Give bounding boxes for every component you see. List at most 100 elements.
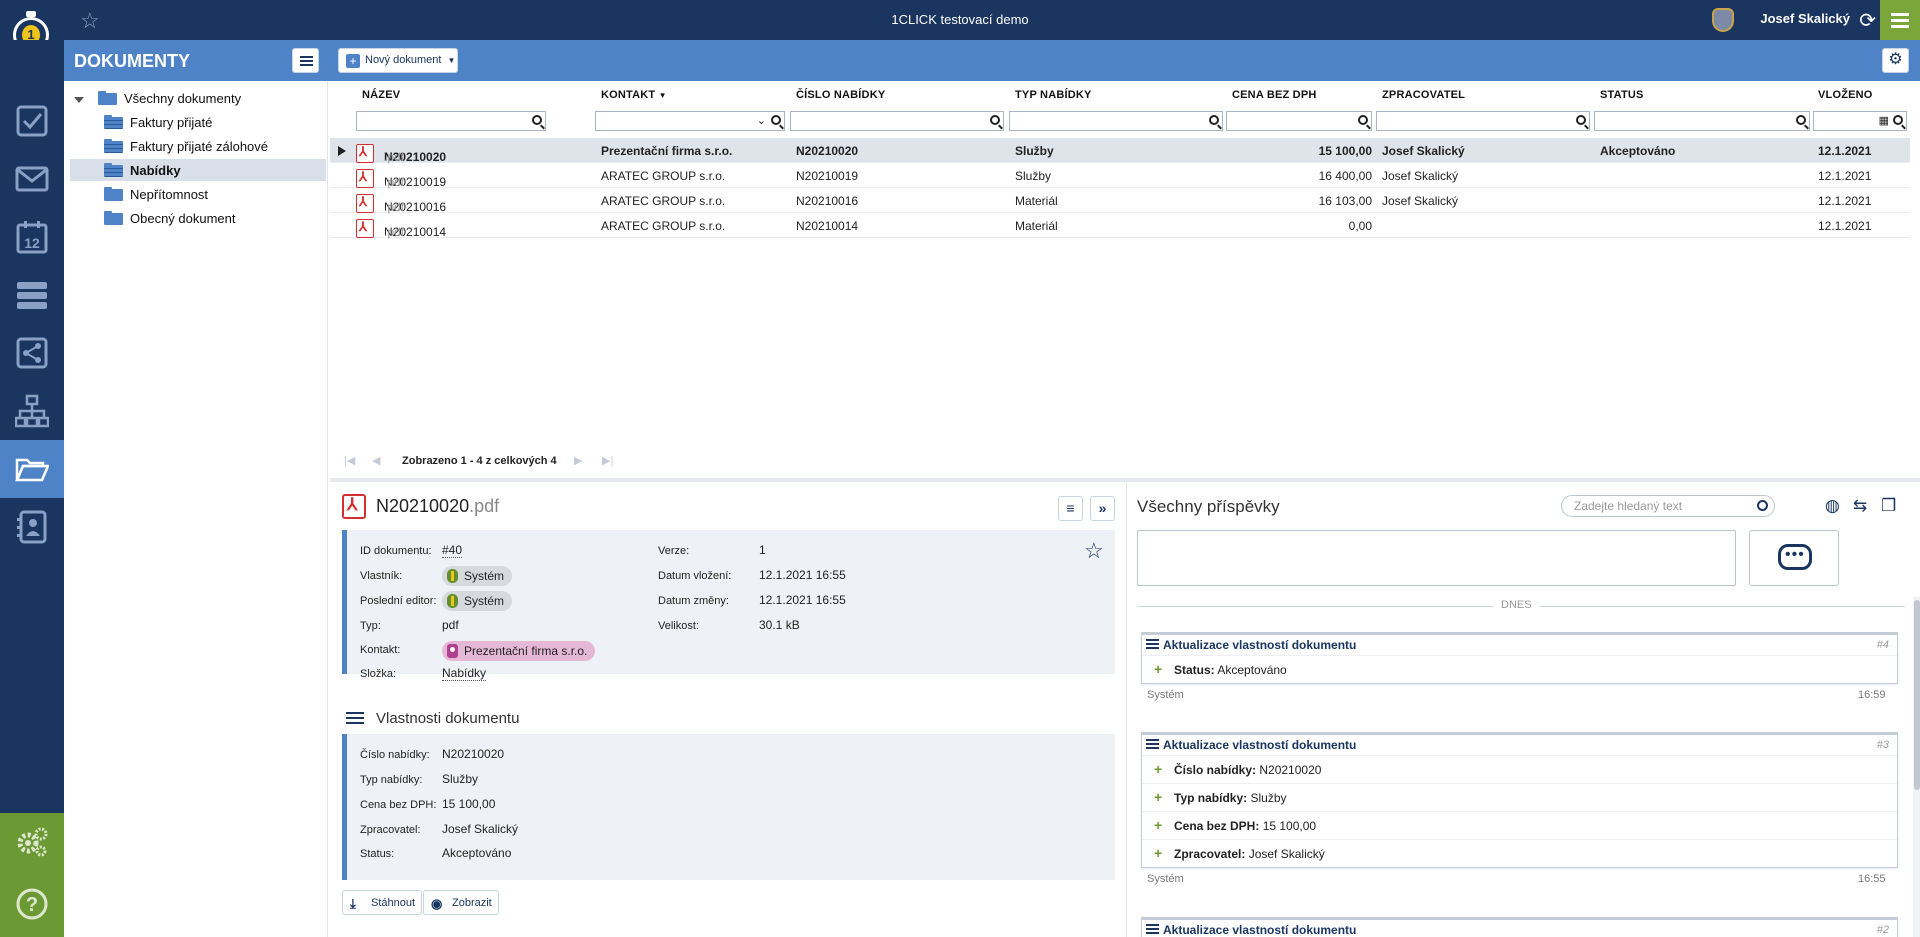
field-label: Typ: — [360, 620, 381, 632]
last-page-icon[interactable]: ▶| — [602, 454, 613, 467]
folder-icon — [104, 211, 123, 225]
view-button[interactable]: ◉ Zobrazit — [423, 890, 499, 915]
filter-cena[interactable] — [1226, 111, 1372, 131]
mail-icon[interactable] — [0, 150, 64, 208]
contact-chip[interactable]: Prezentační firma s.r.o. — [442, 641, 596, 661]
chat-bubble-icon — [1778, 544, 1812, 570]
column-header-cena[interactable]: CENA BEZ DPH — [1232, 89, 1317, 101]
filter-nazev[interactable] — [356, 111, 546, 131]
field-value: N20210020 — [442, 747, 505, 761]
column-header-vlozeno[interactable]: VLOŽENO — [1818, 89, 1873, 101]
settings-icon[interactable] — [0, 813, 64, 871]
table-row[interactable]: N20210016.pdf ARATEC GROUP s.r.o. N20210… — [330, 188, 1910, 214]
globe-icon[interactable]: ◍ — [1825, 496, 1840, 516]
tree-item-nabidky[interactable]: Nabídky — [70, 159, 326, 181]
sync-icon[interactable]: ⟳ — [1859, 8, 1876, 33]
main-menu-button[interactable] — [1880, 0, 1920, 40]
tasks-icon[interactable] — [0, 92, 64, 150]
comment-input[interactable] — [1137, 530, 1736, 586]
caret-down-icon[interactable] — [74, 97, 84, 103]
tree-menu-button[interactable] — [292, 48, 319, 73]
comment-card[interactable]: Aktualizace vlastností dokumentu #3 + Čís… — [1141, 732, 1898, 868]
column-header-kontakt[interactable]: KONTAKT ▼ — [601, 89, 667, 101]
tree-item-obecny-dokument[interactable]: Obecný dokument — [64, 207, 326, 229]
swap-icon[interactable]: ⇆ — [1853, 496, 1867, 516]
filter-typ-nabidky[interactable] — [1009, 111, 1223, 131]
column-header-zpracovatel[interactable]: ZPRACOVATEL — [1382, 89, 1465, 101]
cell-contact: Prezentační firma s.r.o. — [601, 144, 733, 158]
field-value: 15 100,00 — [442, 797, 496, 811]
column-header-nazev[interactable]: NÁZEV — [362, 89, 400, 101]
detail-menu-button[interactable]: ≡ — [1058, 496, 1083, 521]
comments-pane: Všechny příspěvky Zadejte hledaný text ◍… — [1126, 482, 1920, 937]
expand-button[interactable]: » — [1090, 496, 1115, 521]
field-value: 12.1.2021 16:55 — [759, 593, 846, 607]
share-icon[interactable] — [0, 324, 64, 382]
table-row[interactable]: N20210019.pdf ARATEC GROUP s.r.o. N20210… — [330, 163, 1910, 189]
user-avatar[interactable] — [1712, 8, 1734, 32]
search-icon — [1209, 115, 1219, 125]
table-row[interactable]: N20210020.pdf Prezentační firma s.r.o. N… — [330, 138, 1910, 164]
calendar-icon[interactable]: 12 — [0, 208, 64, 266]
column-header-status[interactable]: STATUS — [1600, 89, 1644, 101]
top-bar: ☆ 1CLICK testovací demo Josef Skalický ⟳ — [0, 0, 1920, 40]
cell-number: N20210020 — [796, 144, 859, 158]
search-icon[interactable] — [1757, 500, 1768, 511]
comment-search-input[interactable]: Zadejte hledaný text — [1561, 495, 1775, 517]
search-icon — [990, 115, 1000, 125]
filter-kontakt[interactable]: ⌄ — [595, 111, 785, 131]
comment-card[interactable]: Aktualizace vlastností dokumentu #2 — [1141, 917, 1898, 937]
comment-card[interactable]: Aktualizace vlastností dokumentu #4 + Sta… — [1141, 632, 1898, 684]
document-title: N20210020.pdf — [376, 496, 500, 516]
user-name[interactable]: Josef Skalický — [1760, 11, 1850, 26]
filter-status[interactable] — [1594, 111, 1810, 131]
cell-price: 16 103,00 — [1318, 194, 1372, 208]
prev-page-icon[interactable]: ◀ — [372, 454, 380, 467]
editor-chip[interactable]: Systém — [442, 591, 513, 611]
folder-open-icon[interactable] — [0, 440, 64, 498]
card-number: #3 — [1876, 739, 1889, 751]
new-document-button[interactable]: + Nový dokument ▼ — [338, 48, 458, 73]
post-comment-button[interactable] — [1749, 530, 1839, 586]
column-header-typ-nabidky[interactable]: TYP NABÍDKY — [1015, 89, 1092, 101]
documents-grid: NÁZEV KONTAKT ▼ ČÍSLO NABÍDKY TYP NABÍDK… — [330, 81, 1920, 479]
chevron-down-icon: ▼ — [447, 56, 456, 65]
tree-root[interactable]: Všechny dokumenty — [64, 87, 326, 109]
document-id-link[interactable]: #40 — [442, 543, 463, 558]
table-row[interactable]: N20210014.pdf ARATEC GROUP s.r.o. N20210… — [330, 213, 1910, 239]
field-value: 30.1 kB — [759, 618, 800, 632]
filter-vlozeno[interactable]: ▦ — [1813, 111, 1907, 131]
field-label: Typ nabídky: — [360, 774, 423, 786]
folder-list-icon — [104, 115, 123, 129]
first-page-icon[interactable]: |◀ — [344, 454, 355, 467]
svg-text:12: 12 — [24, 235, 40, 251]
download-button[interactable]: ⤓ Stáhnout — [342, 890, 423, 915]
tree-item-faktury-prijate-zalohove[interactable]: Faktury přijaté zálohové — [64, 135, 326, 157]
edit-properties-icon — [1146, 924, 1159, 935]
change-line: + Status: Akceptováno — [1142, 655, 1897, 683]
tree-root-label: Všechny dokumenty — [124, 90, 242, 106]
filter-zpracovatel[interactable] — [1376, 111, 1590, 131]
change-line: + Zpracovatel: Josef Skalický — [1142, 839, 1897, 867]
cell-contact: ARATEC GROUP s.r.o. — [601, 219, 726, 233]
grid-settings-button[interactable]: ⚙ — [1882, 48, 1909, 73]
comments-icon[interactable]: ❐ — [1881, 496, 1896, 516]
column-header-cislo-nabidky[interactable]: ČÍSLO NABÍDKY — [796, 89, 885, 101]
filter-cislo-nabidky[interactable] — [790, 111, 1004, 131]
org-chart-icon[interactable] — [0, 382, 64, 440]
cell-number: N20210016 — [796, 194, 859, 208]
section-title: DOKUMENTY — [74, 51, 190, 71]
help-icon[interactable]: ? — [0, 875, 64, 933]
field-value: 12.1.2021 16:55 — [759, 568, 846, 582]
tree-item-nepritomnost[interactable]: Nepřítomnost — [64, 183, 326, 205]
owner-chip[interactable]: Systém — [442, 566, 513, 586]
tree-item-label: Faktury přijaté zálohové — [130, 138, 269, 154]
favorite-star-icon[interactable]: ☆ — [1084, 538, 1104, 564]
database-icon[interactable] — [0, 266, 64, 324]
comments-scrollbar-thumb[interactable] — [1914, 600, 1920, 790]
folder-link[interactable]: Nabídky — [442, 666, 487, 681]
contact-card-icon[interactable] — [0, 498, 64, 556]
tree-item-faktury-prijate[interactable]: Faktury přijaté — [64, 111, 326, 133]
tree-item-label: Obecný dokument — [130, 210, 236, 226]
next-page-icon[interactable]: ▶ — [574, 454, 582, 467]
